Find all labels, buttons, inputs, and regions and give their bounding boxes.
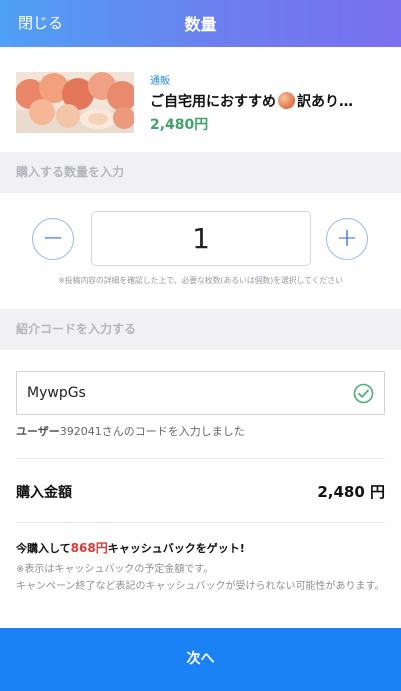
divider xyxy=(16,522,385,523)
header-bar: 閉じる 数量 xyxy=(0,0,401,47)
product-summary: 通販 ご自宅用におすすめ 訳あり… 2,480円 xyxy=(16,72,388,134)
product-name: ご自宅用におすすめ 訳あり… xyxy=(150,91,388,111)
quantity-section-label: 購入する数量を入力 xyxy=(0,152,401,193)
referral-section-label: 紹介コードを入力する xyxy=(0,309,401,350)
quantity-input[interactable]: 1 xyxy=(91,211,311,266)
referral-code-input[interactable]: MywpGs xyxy=(16,371,385,415)
cashback-amount: 868円 xyxy=(70,541,108,555)
divider xyxy=(16,458,385,459)
total-value: 2,480 円 xyxy=(317,483,385,501)
minus-button[interactable]: − xyxy=(32,218,74,260)
total-label: 購入金額 xyxy=(16,485,72,501)
product-price: 2,480円 xyxy=(150,117,209,133)
fine-print-line-1: ※表示はキャッシュバックの予定金額です。 xyxy=(16,564,214,575)
referral-note-user: ユーザー xyxy=(16,425,60,438)
quantity-stepper: − 1 + xyxy=(0,211,401,267)
product-name-part1: ご自宅用におすすめ xyxy=(150,94,276,110)
check-circle-icon xyxy=(353,383,374,404)
cashback-prefix: 今購入して xyxy=(16,542,71,555)
cashback-headline: 今購入して868円キャッシュバックをゲット! xyxy=(16,539,245,556)
product-info: 通販 ご自宅用におすすめ 訳あり… 2,480円 xyxy=(150,72,388,134)
quantity-notice: ※投稿内容の詳細を確認した上で、必要な枚数(あるいは個数)を選択してください xyxy=(58,276,343,285)
referral-note: ユーザー392041さんのコードを入力しました xyxy=(16,423,245,439)
peach-emoji-icon xyxy=(278,92,295,109)
plus-button[interactable]: + xyxy=(326,218,368,260)
next-button[interactable]: 次へ xyxy=(0,628,401,691)
referral-code-value: MywpGs xyxy=(27,385,86,401)
page-title: 数量 xyxy=(184,15,217,34)
cashback-suffix: キャッシュバックをゲット! xyxy=(107,542,245,555)
referral-note-text: 392041さんのコードを入力しました xyxy=(59,425,245,438)
product-name-part2: 訳あり… xyxy=(297,94,353,110)
fine-print-line-2: キャンペーン終了など表記のキャッシュバックが受けられない可能性があります。 xyxy=(16,581,385,592)
product-tag: 通販 xyxy=(150,76,170,87)
product-image xyxy=(16,72,134,133)
cashback-fine-print: ※表示はキャッシュバックの予定金額です。 キャンペーン終了など表記のキャッシュバ… xyxy=(16,561,386,595)
